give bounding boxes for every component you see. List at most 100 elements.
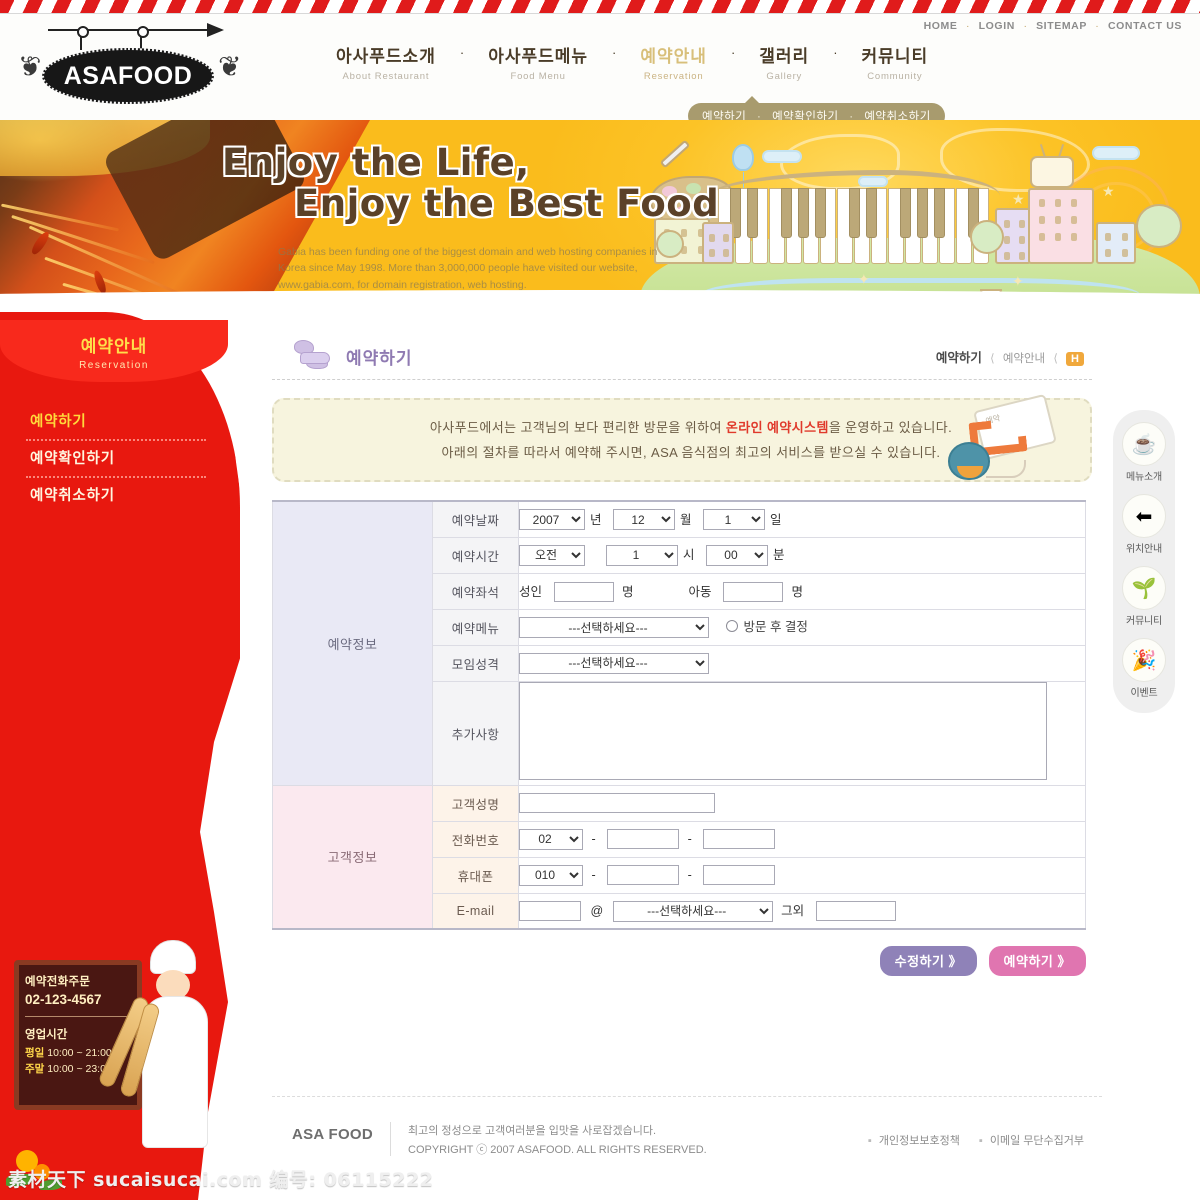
breadcrumb-current: 예약하기 [935,351,982,365]
decide-on-visit-label: 방문 후 결정 [743,620,808,634]
utility-link-contact-us[interactable]: CONTACT US [1108,20,1182,32]
reservation-notice-box: 아사푸드에서는 고객님의 보다 편리한 방문을 위하여 온라인 예약시스템을 운… [272,393,1092,482]
menu-select[interactable]: ---선택하세요--- [519,617,709,638]
nav-separator: · [459,45,465,60]
email-id-input[interactable] [519,901,581,921]
breadcrumb-separator: ⟨ [990,353,995,365]
sidebar-nav: 예약하기 예약확인하기 예약취소하기 [26,404,206,513]
utility-separator: · [1023,20,1028,32]
email-at-symbol: @ [590,904,604,918]
unit-minute: 분 [772,548,785,563]
tv-icon [1030,156,1074,188]
quick-link-event[interactable]: 🎉 이벤트 [1113,638,1175,699]
reservation-card-illustration: 예약 [942,393,1074,482]
nav-separator: · [730,45,736,60]
date-day-select[interactable]: 1 [703,509,765,530]
adult-count-input[interactable] [553,581,614,602]
potted-plant-icon: 🌱 [1122,566,1166,610]
mobile-last-input[interactable] [703,865,776,885]
notice-highlight: 온라인 예약시스템 [725,419,829,435]
weekday-label: 평일 [25,1047,45,1059]
field-reservation-time: 오전 1 시 00 분 [518,536,1086,574]
label-email: E-mail [432,892,519,930]
utility-link-home[interactable]: HOME [924,20,958,32]
label-customer-name: 고객성명 [432,784,519,822]
content-header: 예약하기 예약하기 ⟨ 예약안내 ⟨ H [272,336,1092,380]
main-content: 예약하기 예약하기 ⟨ 예약안내 ⟨ H 아사푸드에서는 고객님의 보다 편리한… [272,336,1092,976]
submit-reservation-button[interactable]: 예약하기 》 [988,946,1086,976]
sidebar-item-check-reservation[interactable]: 예약확인하기 [26,441,206,476]
nav-label-en: Reservation [643,71,704,82]
sidebar-divider [26,476,206,478]
child-count-input[interactable] [722,581,783,602]
edit-button[interactable]: 수정하기 》 [879,946,978,976]
nav-item-community[interactable]: 커뮤니티 Community [862,42,929,82]
field-reservation-date: 2007 년 12 월 1 일 [518,500,1086,538]
date-year-select[interactable]: 2007 [519,509,585,530]
signpost-icon: ⬅ [1122,494,1166,538]
quick-link-community[interactable]: 🌱 커뮤니티 [1113,566,1175,627]
utility-link-sitemap[interactable]: SITEMAP [1036,20,1087,32]
email-domain-select[interactable]: ---선택하세요--- [612,900,773,922]
email-etc-input[interactable] [815,901,896,921]
footer-link-privacy-policy[interactable]: 개인정보보호정책 [879,1135,960,1147]
footer-divider [272,1096,1102,1110]
sign-hook-icon [77,26,89,50]
unit-day: 일 [770,512,782,527]
breadcrumb-separator: ⟨ [1053,353,1058,365]
banner-headline: Enjoy the Life, Enjoy the Best Food [222,142,719,225]
notice-line1-part-b: 을 운영하고 있습니다. [828,419,953,435]
nav-label-en: Food Menu [510,71,566,82]
gathering-type-select[interactable]: ---선택하세요--- [519,652,709,674]
utility-link-login[interactable]: LOGIN [979,20,1015,32]
mobile-prefix-select[interactable]: 010 [519,864,583,886]
nav-label-ko: 갤러리 [759,47,810,66]
additional-notes-textarea[interactable] [519,681,1047,780]
site-logo[interactable]: ❦ ❦ ASAFOOD [12,16,242,116]
weekday-time: 10:00 ~ 21:00 [47,1047,112,1059]
field-additional-notes [518,680,1086,786]
customer-name-input[interactable] [519,793,715,813]
mobile-middle-input[interactable] [607,865,680,885]
radio-button-icon[interactable] [726,619,739,632]
phone-middle-input[interactable] [607,829,680,849]
time-minute-select[interactable]: 00 [705,544,768,566]
time-hour-select[interactable]: 1 [605,544,678,566]
nav-label-ko: 아사푸드소개 [336,47,436,66]
label-additional-notes: 추가사항 [432,680,519,786]
sidebar-item-cancel-reservation[interactable]: 예약취소하기 [26,478,206,513]
label-reservation-seats: 예약좌석 [432,572,519,610]
cityscape-illustration: ★ ★ ✦ ✦ [640,128,1200,316]
quick-link-menu-intro[interactable]: ☕ 메뉴소개 [1113,422,1175,483]
notice-line1-part-a: 아사푸드에서는 고객님의 보다 편리한 방문을 위하여 [429,419,726,435]
footer-text: 최고의 정성으로 고객여러분을 입맛을 사로잡겠습니다. COPYRIGHT ⓒ… [408,1122,707,1159]
phone-last-input[interactable] [703,829,776,849]
order-phone-number: 02-123-4567 [25,992,102,1007]
sidebar-title-en: Reservation [79,360,149,371]
notice-line2: 아래의 절차를 따라서 예약해 주시면, ASA 음식점의 최고의 서비스를 받… [441,445,941,460]
breadcrumb-home-icon[interactable]: H [1066,352,1084,366]
telephone-icon [948,442,990,480]
nav-item-reservation[interactable]: 예약안내 Reservation [640,42,707,82]
reservation-form-table: 예약정보 예약날짜 2007 년 12 월 1 일 예약시간 오전 1 시 00… [272,500,1086,930]
party-popper-icon: 🎉 [1122,638,1166,682]
footer-vertical-divider [390,1122,391,1156]
decide-on-visit-option[interactable]: 방문 후 결정 [726,616,808,635]
sidebar-item-make-reservation[interactable]: 예약하기 [26,404,206,439]
nav-item-food-menu[interactable]: 아사푸드메뉴 Food Menu [488,42,588,82]
nav-item-about-restaurant[interactable]: 아사푸드소개 About Restaurant [336,42,436,82]
breadcrumb-parent[interactable]: 예약안내 [1003,353,1045,365]
footer-links: ▪ 개인정보보호정책 ▪ 이메일 무단수집거부 [868,1132,1084,1148]
piano-keys [718,182,989,264]
phone-prefix-select[interactable]: 02 [519,828,583,850]
footer-slogan: 최고의 정성으로 고객여러분을 입맛을 사로잡겠습니다. [408,1125,657,1137]
quick-link-location[interactable]: ⬅ 위치안내 [1113,494,1175,555]
breadcrumb: 예약하기 ⟨ 예약안내 ⟨ H [936,347,1084,366]
email-etc-label: 그외 [781,904,805,918]
unit-year: 년 [590,512,602,527]
sidebar-divider [26,439,206,441]
date-month-select[interactable]: 12 [613,509,675,530]
footer-link-email-collection-refusal[interactable]: 이메일 무단수집거부 [990,1135,1084,1147]
nav-item-gallery[interactable]: 갤러리 Gallery [759,42,809,82]
time-ampm-select[interactable]: 오전 [519,544,585,566]
